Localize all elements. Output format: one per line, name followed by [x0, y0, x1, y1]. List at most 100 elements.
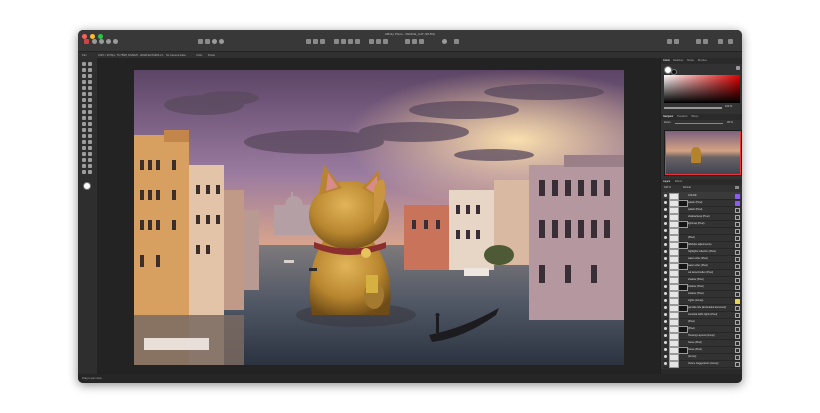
layer-visibility-icon[interactable]: [664, 201, 667, 204]
zoom-value[interactable]: 39 %: [727, 121, 733, 124]
move-back-icon[interactable]: [376, 39, 381, 44]
artistic-text-tool-icon[interactable]: [88, 158, 92, 162]
layer-visibility-icon[interactable]: [664, 299, 667, 302]
layer-visibility-icon[interactable]: [664, 334, 667, 337]
blemish-tool-icon[interactable]: [82, 116, 86, 120]
sharpen-tool-icon[interactable]: [82, 128, 86, 132]
tab-colour[interactable]: Colour: [663, 58, 670, 64]
tab-effects[interactable]: Effects: [675, 179, 682, 185]
layer-visibility-icon[interactable]: [664, 313, 667, 316]
tab-transform[interactable]: Transform: [677, 114, 688, 120]
burn-tool-icon[interactable]: [82, 104, 86, 108]
layer-visibility-icon[interactable]: [664, 320, 667, 323]
layer-visibility-icon[interactable]: [664, 285, 667, 288]
arrange-icon[interactable]: [348, 39, 353, 44]
tab-layers[interactable]: Layers: [663, 179, 670, 185]
colour-picker-icon[interactable]: [736, 66, 740, 70]
zoom-tool-icon[interactable]: [82, 158, 86, 162]
layer-visibility-icon[interactable]: [664, 215, 667, 218]
assistant-icon[interactable]: [667, 39, 672, 44]
crop-tool-icon[interactable]: [88, 80, 92, 84]
move-tool-icon[interactable]: [82, 62, 86, 66]
layer-visibility-icon[interactable]: [664, 278, 667, 281]
layers-opacity[interactable]: 100 %: [664, 186, 671, 189]
tab-history[interactable]: History: [691, 114, 698, 120]
rectangle-tool-icon[interactable]: [82, 140, 86, 144]
medium-blur-tool-icon[interactable]: [88, 128, 92, 132]
smudge-tool-icon[interactable]: [82, 122, 86, 126]
paint-brush-tool-icon[interactable]: [88, 86, 92, 90]
photo-persona-icon[interactable]: [84, 39, 89, 44]
marquee-tool-icon[interactable]: [88, 74, 92, 78]
adjustment-icon[interactable]: [198, 39, 203, 44]
help-icon[interactable]: [718, 39, 723, 44]
snapping-icon[interactable]: [383, 39, 388, 44]
canvas-area[interactable]: [97, 58, 660, 374]
colour-spectrum[interactable]: [664, 75, 740, 103]
tab-stroke[interactable]: Stroke: [687, 58, 694, 64]
layer-row[interactable]: Venice Guggenheim (Group): [663, 360, 741, 368]
text-tool-icon[interactable]: [88, 140, 92, 144]
mesh-warp-tool-icon[interactable]: [82, 146, 86, 150]
opacity-value[interactable]: 100 %: [725, 105, 732, 108]
layer-visibility-icon[interactable]: [664, 243, 667, 246]
flood-select-tool-icon[interactable]: [82, 74, 86, 78]
tone-mapping-persona-icon[interactable]: [106, 39, 111, 44]
filters-icon[interactable]: [205, 39, 210, 44]
quick-mask-icon[interactable]: [334, 39, 339, 44]
move-forward-icon[interactable]: [369, 39, 374, 44]
layer-visibility-icon[interactable]: [664, 222, 667, 225]
colour-picker-tool-icon[interactable]: [82, 68, 86, 72]
live-filter-icon[interactable]: [212, 39, 217, 44]
flip-horizontal-icon[interactable]: [405, 39, 410, 44]
inpainting-tool-icon[interactable]: [88, 170, 92, 174]
opacity-slider[interactable]: [664, 107, 722, 109]
layer-visibility-icon[interactable]: [664, 271, 667, 274]
perspective-tool-icon[interactable]: [88, 146, 92, 150]
pixel-tool-icon[interactable]: [82, 170, 86, 174]
erase-tool-icon[interactable]: [82, 92, 86, 96]
view-mode-icon[interactable]: [442, 39, 447, 44]
pen-tool-icon[interactable]: [82, 134, 86, 138]
rotate-icon[interactable]: [419, 39, 424, 44]
layer-options-icon[interactable]: [735, 186, 739, 189]
marquee-toolbar-icon[interactable]: [306, 39, 311, 44]
node-tool-icon[interactable]: [88, 134, 92, 138]
layer-visibility-icon[interactable]: [664, 327, 667, 330]
blur-tool-icon[interactable]: [88, 122, 92, 126]
liquify-persona-icon[interactable]: [92, 39, 97, 44]
layer-visibility-icon[interactable]: [664, 355, 667, 358]
navigator-view-rect[interactable]: [665, 131, 741, 175]
tab-brushes[interactable]: Brushes: [698, 58, 707, 64]
crop-toolbar-icon[interactable]: [320, 39, 325, 44]
layer-visibility-icon[interactable]: [664, 264, 667, 267]
layer-visibility-icon[interactable]: [664, 236, 667, 239]
preferences-icon[interactable]: [696, 39, 701, 44]
layer-visibility-checkbox[interactable]: [735, 362, 740, 367]
workspace-icon[interactable]: [703, 39, 708, 44]
dodge-tool-icon[interactable]: [88, 98, 92, 102]
layer-visibility-icon[interactable]: [664, 362, 667, 365]
layer-visibility-icon[interactable]: [664, 257, 667, 260]
develop-persona-icon[interactable]: [99, 39, 104, 44]
straighten-tool-icon[interactable]: [82, 86, 86, 90]
tab-navigator[interactable]: Navigator: [663, 114, 673, 120]
tab-swatches[interactable]: Swatches: [673, 58, 683, 64]
clone-tool-icon[interactable]: [88, 104, 92, 108]
patch-tool-icon[interactable]: [88, 110, 92, 114]
flip-vertical-icon[interactable]: [412, 39, 417, 44]
blend-mode-select[interactable]: Normal: [683, 186, 691, 189]
layer-visibility-icon[interactable]: [664, 292, 667, 295]
freehand-select-tool-icon[interactable]: [82, 80, 86, 84]
layer-visibility-icon[interactable]: [664, 229, 667, 232]
export-persona-icon[interactable]: [113, 39, 118, 44]
frame-text-tool-icon[interactable]: [82, 164, 86, 168]
align-icon[interactable]: [341, 39, 346, 44]
fullscreen-icon[interactable]: [728, 39, 733, 44]
gradient-tool-icon[interactable]: [82, 98, 86, 102]
selection-brush-tool-icon[interactable]: [88, 68, 92, 72]
share-icon[interactable]: [454, 39, 459, 44]
layer-visibility-icon[interactable]: [664, 348, 667, 351]
selection-toolbar-icon[interactable]: [313, 39, 318, 44]
layer-visibility-icon[interactable]: [664, 306, 667, 309]
